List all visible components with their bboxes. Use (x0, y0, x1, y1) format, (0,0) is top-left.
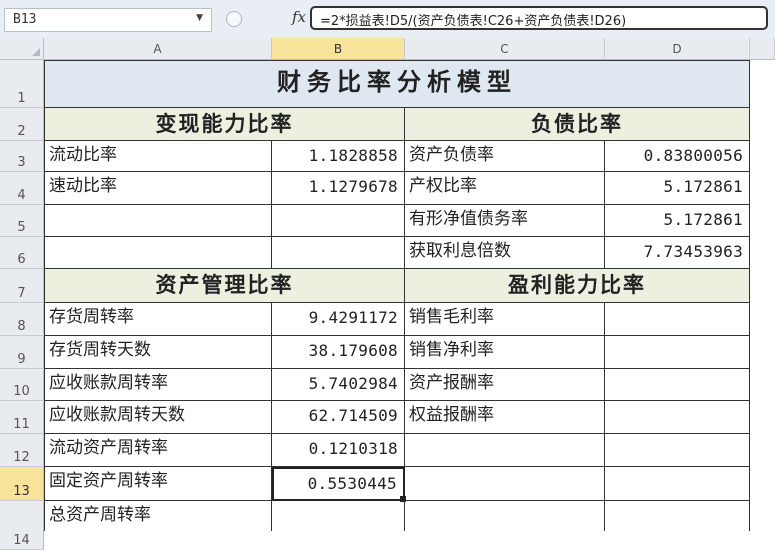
insert-function-button[interactable]: fx (292, 8, 306, 26)
cell-b4[interactable]: 1.1279678 (272, 172, 405, 205)
cell-a9[interactable]: 存货周转天数 (44, 336, 272, 369)
cell-b5[interactable] (272, 205, 405, 237)
cell-c5[interactable]: 有形净值债务率 (405, 205, 605, 237)
row-header-3[interactable]: 3 (0, 141, 44, 172)
cell-a12[interactable]: 流动资产周转率 (44, 434, 272, 467)
column-header-a[interactable]: A (44, 38, 272, 60)
cell-d11[interactable] (605, 401, 750, 434)
cell-a13[interactable]: 固定资产周转率 (44, 467, 272, 501)
cell-d8[interactable] (605, 303, 750, 336)
row-header-4[interactable]: 4 (0, 172, 44, 205)
row-header-8[interactable]: 8 (0, 303, 44, 336)
select-all-button[interactable] (0, 38, 44, 60)
cell-b14[interactable] (272, 501, 405, 531)
row-number: 6 (17, 252, 26, 267)
cell-c3[interactable]: 资产负债率 (405, 141, 605, 172)
row-number: 10 (13, 384, 30, 399)
cell-c13[interactable] (405, 467, 605, 501)
cell-c12[interactable] (405, 434, 605, 467)
row-number: 4 (17, 188, 26, 203)
row-header-13[interactable]: 13 (0, 467, 44, 501)
cell-d4[interactable]: 5.172861 (605, 172, 750, 205)
section-profitability[interactable]: 盈利能力比率 (405, 269, 750, 303)
cell-c9[interactable]: 销售净利率 (405, 336, 605, 369)
cell-a5[interactable] (44, 205, 272, 237)
formula-text: =2*损益表!D5/(资产负债表!C26+资产负债表!D26) (320, 14, 627, 29)
section-debt[interactable]: 负债比率 (405, 108, 750, 141)
row-number: 8 (17, 319, 26, 334)
row-header-5[interactable]: 5 (0, 205, 44, 237)
column-header-e[interactable] (750, 38, 775, 60)
cell-c10[interactable]: 资产报酬率 (405, 369, 605, 401)
cell-d14[interactable] (605, 501, 750, 531)
cell-c4[interactable]: 产权比率 (405, 172, 605, 205)
cell-b12[interactable]: 0.1210318 (272, 434, 405, 467)
column-header-b[interactable]: B (272, 38, 405, 60)
row-number: 2 (17, 124, 26, 139)
section-asset-management[interactable]: 资产管理比率 (44, 269, 405, 303)
cell-a3[interactable]: 流动比率 (44, 141, 272, 172)
formula-bar: B13 ▼ fx =2*损益表!D5/(资产负债表!C26+资产负债表!D26) (0, 0, 775, 39)
cell-b10[interactable]: 5.7402984 (272, 369, 405, 401)
cell-d3[interactable]: 0.83800056 (605, 141, 750, 172)
cell-b6[interactable] (272, 237, 405, 269)
cell-b13-selected[interactable]: 0.5530445 (272, 467, 405, 501)
row-number: 1 (17, 91, 26, 106)
formula-input[interactable]: =2*损益表!D5/(资产负债表!C26+资产负债表!D26) (310, 6, 768, 30)
row-number: 5 (17, 220, 26, 235)
cell-d12[interactable] (605, 434, 750, 467)
cell-a14[interactable]: 总资产周转率 (44, 501, 272, 531)
row-header-14[interactable]: 14 (0, 501, 44, 550)
row-number: 12 (13, 450, 30, 465)
row-header-12[interactable]: 12 (0, 434, 44, 467)
row-header-7[interactable]: 7 (0, 269, 44, 303)
cell-b8[interactable]: 9.4291172 (272, 303, 405, 336)
cell-b11[interactable]: 62.714509 (272, 401, 405, 434)
cell-b3[interactable]: 1.1828858 (272, 141, 405, 172)
name-box[interactable]: B13 ▼ (4, 8, 212, 32)
spreadsheet-grid: A B C D 1 2 3 4 5 6 7 8 9 10 11 12 13 14… (0, 38, 775, 550)
section-liquidity[interactable]: 变现能力比率 (44, 108, 405, 141)
row-number: 7 (17, 286, 26, 301)
cell-d10[interactable] (605, 369, 750, 401)
cell-a6[interactable] (44, 237, 272, 269)
row-number: 13 (13, 484, 30, 499)
cell-a10[interactable]: 应收账款周转率 (44, 369, 272, 401)
name-box-value: B13 (13, 12, 37, 27)
row-number: 11 (13, 417, 30, 432)
cell-c6[interactable]: 获取利息倍数 (405, 237, 605, 269)
cell-a8[interactable]: 存货周转率 (44, 303, 272, 336)
cell-a11[interactable]: 应收账款周转天数 (44, 401, 272, 434)
cell-d5[interactable]: 5.172861 (605, 205, 750, 237)
sheet-title[interactable]: 财务比率分析模型 (44, 60, 750, 108)
cell-a4[interactable]: 速动比率 (44, 172, 272, 205)
row-header-2[interactable]: 2 (0, 108, 44, 141)
cell-d6[interactable]: 7.73453963 (605, 237, 750, 269)
row-header-9[interactable]: 9 (0, 336, 44, 369)
cell-d13[interactable] (605, 467, 750, 501)
row-number: 14 (13, 533, 30, 548)
cell-d9[interactable] (605, 336, 750, 369)
row-number: 3 (17, 155, 26, 170)
row-header-10[interactable]: 10 (0, 369, 44, 401)
column-header-d[interactable]: D (605, 38, 750, 60)
chevron-down-icon[interactable]: ▼ (196, 13, 203, 23)
cell-c8[interactable]: 销售毛利率 (405, 303, 605, 336)
row-header-1[interactable]: 1 (0, 60, 44, 108)
cell-c14[interactable] (405, 501, 605, 531)
row-header-6[interactable]: 6 (0, 237, 44, 269)
column-header-c[interactable]: C (405, 38, 605, 60)
cell-b9[interactable]: 38.179608 (272, 336, 405, 369)
row-header-11[interactable]: 11 (0, 401, 44, 434)
cancel-entry-icon[interactable] (226, 11, 242, 27)
row-number: 9 (17, 352, 26, 367)
cell-c11[interactable]: 权益报酬率 (405, 401, 605, 434)
